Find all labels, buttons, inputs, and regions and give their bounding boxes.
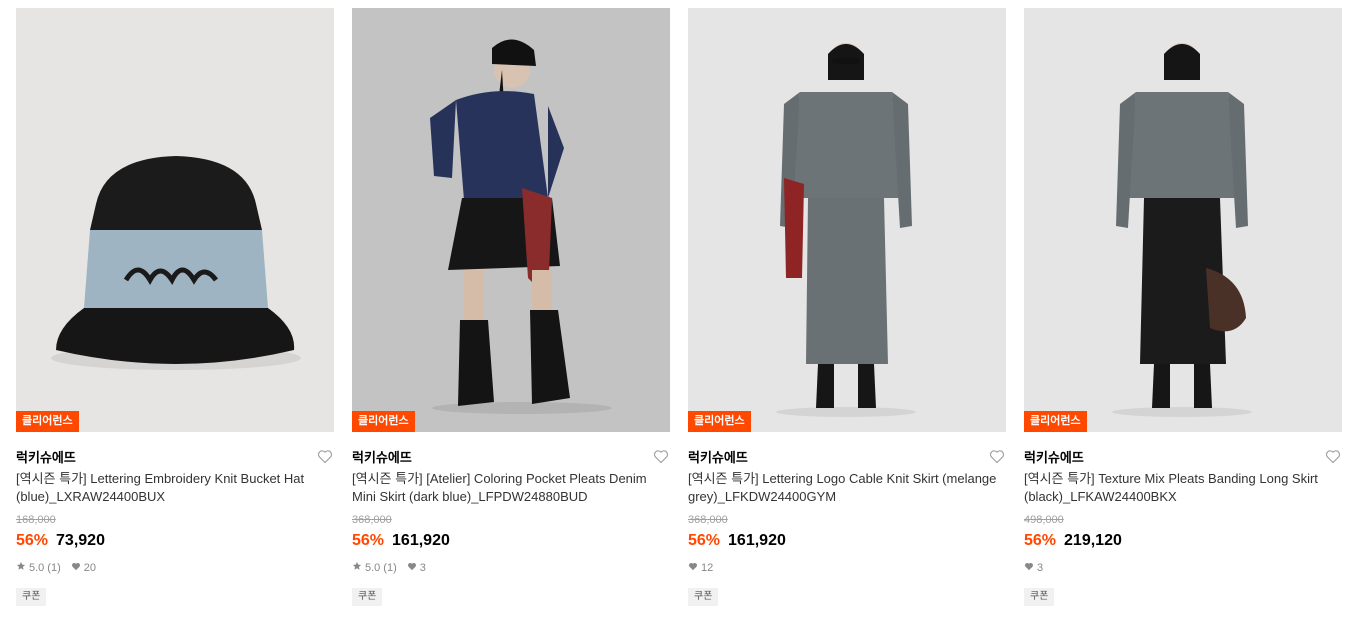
discount-rate: 56% xyxy=(16,532,49,549)
product-meta: 5.0 (1) 20 xyxy=(16,561,334,575)
likes-group: 12 xyxy=(688,561,713,575)
coupon-tag: 쿠폰 xyxy=(352,588,383,606)
sale-price: 161,920 xyxy=(392,532,450,549)
sale-price: 219,120 xyxy=(1064,532,1122,549)
product-image-denim-skirt[interactable]: 클리어런스 xyxy=(352,8,670,432)
original-price: 368,000 xyxy=(688,514,728,526)
original-price: 498,000 xyxy=(1024,514,1064,526)
likes-group: 20 xyxy=(71,561,96,575)
wishlist-heart-icon[interactable] xyxy=(988,447,1006,465)
original-price: 168,000 xyxy=(16,514,56,526)
brand-name[interactable]: 럭키슈에뜨 xyxy=(1024,447,1084,466)
price-row: 56% 161,920 xyxy=(352,531,670,551)
product-title[interactable]: [역시즌 특가] Texture Mix Pleats Banding Long… xyxy=(1024,470,1342,506)
discount-rate: 56% xyxy=(352,532,385,549)
wishlist-heart-icon[interactable] xyxy=(316,447,334,465)
price-row: 56% 73,920 xyxy=(16,531,334,551)
heart-icon xyxy=(688,561,698,575)
heart-icon xyxy=(407,561,417,575)
star-icon xyxy=(16,561,26,575)
coupon-tag: 쿠폰 xyxy=(688,588,719,606)
like-count: 20 xyxy=(83,562,96,574)
review-count: (1) xyxy=(47,562,61,574)
clearance-badge: 클리어런스 xyxy=(1024,411,1087,432)
likes-group: 3 xyxy=(407,561,426,575)
product-title[interactable]: [역시즌 특가] Lettering Embroidery Knit Bucke… xyxy=(16,470,334,506)
product-card[interactable]: 클리어런스 럭키슈에뜨 [역시즌 특가] Lettering Logo Cabl… xyxy=(688,8,1006,606)
rating-group: 5.0 (1) xyxy=(352,561,397,575)
brand-name[interactable]: 럭키슈에뜨 xyxy=(352,447,412,466)
product-image-hat[interactable]: 클리어런스 xyxy=(16,8,334,432)
product-card[interactable]: 클리어런스 럭키슈에뜨 [역시즌 특가] Lettering Embroider… xyxy=(16,8,334,606)
product-image-pleats-long-skirt[interactable]: 클리어런스 xyxy=(1024,8,1342,432)
wishlist-heart-icon[interactable] xyxy=(1324,447,1342,465)
like-count: 12 xyxy=(701,562,714,574)
clearance-badge: 클리어런스 xyxy=(688,411,751,432)
review-count: (1) xyxy=(383,562,397,574)
like-count: 3 xyxy=(419,562,426,574)
product-meta: 3 xyxy=(1024,561,1342,575)
price-row: 56% 161,920 xyxy=(688,531,1006,551)
product-title[interactable]: [역시즌 특가] [Atelier] Coloring Pocket Pleat… xyxy=(352,470,670,506)
product-card[interactable]: 클리어런스 럭키슈에뜨 [역시즌 특가] Texture Mix Pleats … xyxy=(1024,8,1342,606)
rating-value: 5.0 xyxy=(365,562,381,574)
brand-name[interactable]: 럭키슈에뜨 xyxy=(688,447,748,466)
product-grid: 클리어런스 럭키슈에뜨 [역시즌 특가] Lettering Embroider… xyxy=(0,0,1358,635)
star-icon xyxy=(352,561,362,575)
brand-row: 럭키슈에뜨 xyxy=(688,447,1006,465)
brand-name[interactable]: 럭키슈에뜨 xyxy=(16,447,76,466)
heart-icon xyxy=(1024,561,1034,575)
brand-row: 럭키슈에뜨 xyxy=(352,447,670,465)
like-count: 3 xyxy=(1037,562,1044,574)
original-price: 368,000 xyxy=(352,514,392,526)
wishlist-heart-icon[interactable] xyxy=(652,447,670,465)
product-card[interactable]: 클리어런스 럭키슈에뜨 [역시즌 특가] [Atelier] Coloring … xyxy=(352,8,670,606)
rating-value: 5.0 xyxy=(29,562,45,574)
clearance-badge: 클리어런스 xyxy=(16,411,79,432)
brand-row: 럭키슈에뜨 xyxy=(1024,447,1342,465)
clearance-badge: 클리어런스 xyxy=(352,411,415,432)
coupon-tag: 쿠폰 xyxy=(16,588,47,606)
sale-price: 73,920 xyxy=(56,532,105,549)
heart-icon xyxy=(71,561,81,575)
coupon-tag: 쿠폰 xyxy=(1024,588,1055,606)
product-image-cable-knit-skirt[interactable]: 클리어런스 xyxy=(688,8,1006,432)
price-row: 56% 219,120 xyxy=(1024,531,1342,551)
product-title[interactable]: [역시즌 특가] Lettering Logo Cable Knit Skirt… xyxy=(688,470,1006,506)
rating-group: 5.0 (1) xyxy=(16,561,61,575)
product-meta: 12 xyxy=(688,561,1006,575)
brand-row: 럭키슈에뜨 xyxy=(16,447,334,465)
sale-price: 161,920 xyxy=(728,532,786,549)
product-meta: 5.0 (1) 3 xyxy=(352,561,670,575)
likes-group: 3 xyxy=(1024,561,1043,575)
discount-rate: 56% xyxy=(688,532,721,549)
discount-rate: 56% xyxy=(1024,532,1057,549)
